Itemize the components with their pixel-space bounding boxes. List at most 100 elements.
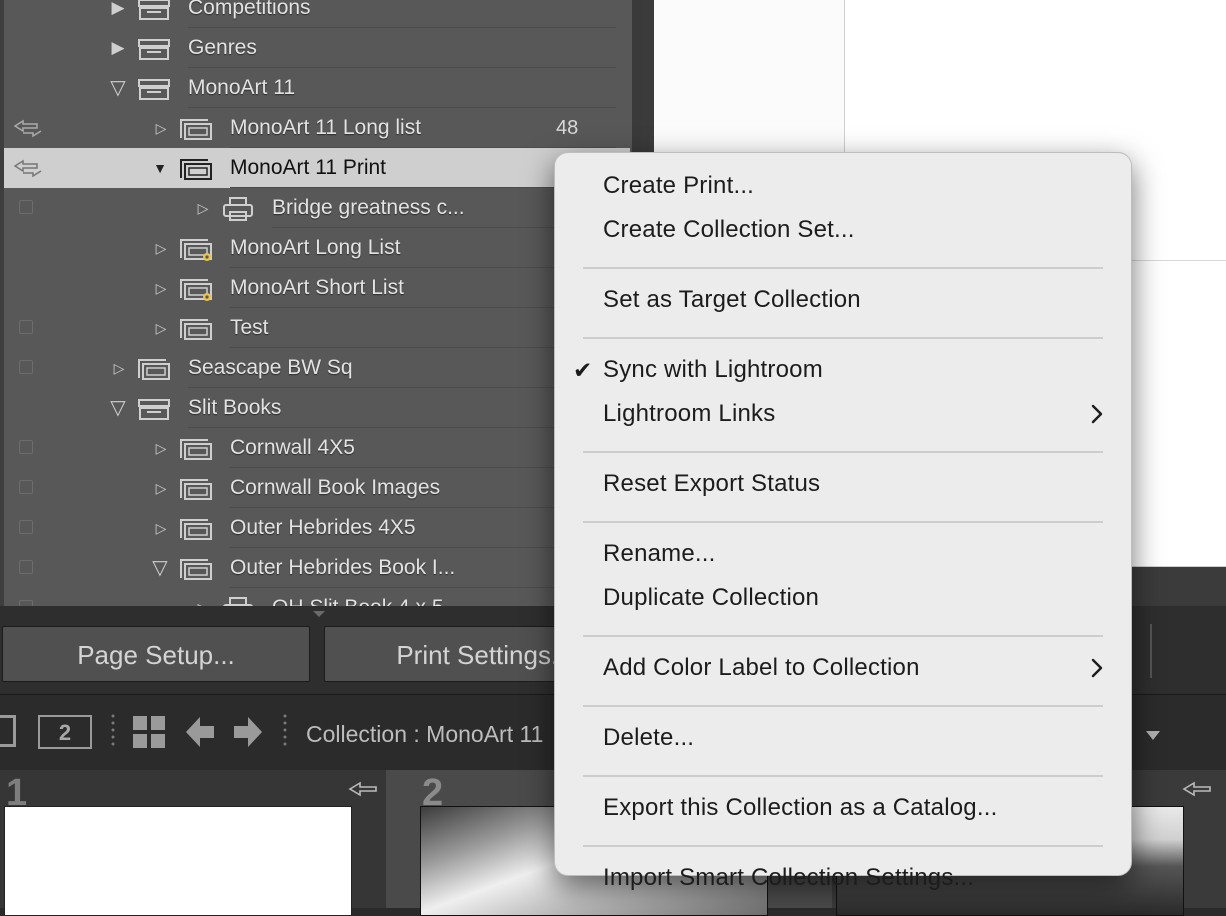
menu-item[interactable]: Create Collection Set... bbox=[603, 215, 855, 245]
page-setup-button[interactable]: Page Setup... bbox=[2, 626, 310, 682]
sync-arrows-icon[interactable] bbox=[14, 118, 42, 138]
menu-separator bbox=[583, 775, 1103, 777]
secondary-window-button[interactable]: 2 bbox=[38, 715, 92, 749]
collection-set-icon bbox=[138, 39, 170, 60]
collection-icon bbox=[180, 479, 212, 500]
disclosure-expanded-icon[interactable]: ▽ bbox=[108, 68, 128, 108]
menu-item[interactable]: Sync with Lightroom bbox=[603, 355, 823, 385]
collection-row[interactable]: ▷ Seascape BW Sq bbox=[0, 348, 630, 388]
collection-row[interactable]: ▷ Bridge greatness c... bbox=[0, 188, 630, 228]
sync-checkbox[interactable] bbox=[19, 480, 33, 494]
disclosure-dotted-icon[interactable]: ▷ bbox=[150, 428, 170, 468]
previous-arrow-icon[interactable] bbox=[186, 717, 214, 747]
thumbnail-blank[interactable] bbox=[4, 806, 352, 916]
disclosure-dotted-icon[interactable]: ▷ bbox=[192, 188, 212, 228]
collection-label: Genres bbox=[188, 36, 257, 59]
sync-checkbox[interactable] bbox=[19, 320, 33, 334]
context-menu[interactable]: Create Print... Create Collection Set... S… bbox=[554, 152, 1132, 891]
disclosure-dotted-icon[interactable]: ▷ bbox=[108, 348, 128, 388]
collection-row[interactable]: ▷ Outer Hebrides 4X5 bbox=[0, 508, 630, 548]
collection-label: Cornwall 4X5 bbox=[230, 436, 355, 459]
menu-separator bbox=[583, 451, 1103, 453]
collection-icon bbox=[180, 119, 212, 140]
disclosure-dotted-icon[interactable]: ▷ bbox=[192, 588, 212, 606]
disclosure-collapsed-icon[interactable]: ▶ bbox=[108, 0, 128, 28]
disclosure-dotted-icon[interactable]: ▷ bbox=[150, 108, 170, 148]
menu-item[interactable]: Duplicate Collection bbox=[603, 583, 819, 613]
collection-label: Slit Books bbox=[188, 396, 282, 419]
collection-row[interactable]: ▷ OH Slit Book 4 x 5 bbox=[0, 588, 630, 606]
disclosure-dotted-icon[interactable]: ▷ bbox=[150, 228, 170, 268]
disclosure-expanded-icon[interactable]: ▼ bbox=[150, 148, 170, 188]
sync-arrows-icon[interactable] bbox=[14, 158, 42, 178]
disclosure-collapsed-icon[interactable]: ▶ bbox=[108, 28, 128, 68]
collection-icon bbox=[180, 319, 212, 340]
collection-icon bbox=[180, 439, 212, 460]
filter-dropdown-icon[interactable] bbox=[1146, 731, 1160, 740]
collection-set-icon bbox=[138, 79, 170, 100]
menu-separator bbox=[583, 267, 1103, 269]
disclosure-dotted-icon[interactable]: ▷ bbox=[150, 508, 170, 548]
menu-item[interactable]: Add Color Label to Collection bbox=[603, 653, 920, 683]
collection-icon bbox=[180, 159, 212, 180]
print-buttons-bar: Page Setup... Print Settings... bbox=[0, 606, 645, 694]
panel-resize-handle-icon[interactable] bbox=[312, 610, 326, 618]
print-collection-icon bbox=[223, 597, 253, 606]
sync-checkbox[interactable] bbox=[19, 440, 33, 454]
disclosure-dotted-icon[interactable]: ▷ bbox=[150, 268, 170, 308]
collection-row[interactable]: ▶ Competitions bbox=[0, 0, 630, 28]
menu-item[interactable]: Export this Collection as a Catalog... bbox=[603, 793, 997, 823]
disclosure-expanded-icon[interactable]: ▽ bbox=[108, 388, 128, 428]
single-view-icon[interactable] bbox=[0, 715, 16, 747]
menu-item[interactable]: Create Print... bbox=[603, 171, 754, 201]
collection-row[interactable]: ▶ Genres bbox=[0, 28, 630, 68]
collection-row[interactable]: ▽ MonoArt 11 bbox=[0, 68, 630, 108]
collection-row[interactable]: ▷ Cornwall Book Images bbox=[0, 468, 630, 508]
disclosure-expanded-icon[interactable]: ▽ bbox=[150, 548, 170, 588]
collection-set-icon bbox=[138, 0, 170, 20]
menu-separator bbox=[583, 635, 1103, 637]
collection-label: Seascape BW Sq bbox=[188, 356, 353, 379]
collection-label: Competitions bbox=[188, 0, 311, 19]
sync-checkbox[interactable] bbox=[19, 560, 33, 574]
filmstrip-cell[interactable]: 1 bbox=[0, 770, 386, 916]
collection-row[interactable]: ▷ MonoArt Short List bbox=[0, 268, 630, 308]
grid-view-icon[interactable] bbox=[133, 716, 165, 748]
sync-checkbox[interactable] bbox=[19, 360, 33, 374]
menu-item[interactable]: Rename... bbox=[603, 539, 716, 569]
collection-label: Outer Hebrides 4X5 bbox=[230, 516, 416, 539]
sync-arrows-icon bbox=[348, 781, 377, 797]
next-arrow-icon[interactable] bbox=[234, 717, 262, 747]
collection-label: Bridge greatness c... bbox=[272, 196, 465, 219]
menu-separator bbox=[583, 521, 1103, 523]
collection-row[interactable]: ▼ MonoArt 11 Print bbox=[0, 148, 630, 188]
toolbar-dots-separator-icon bbox=[283, 714, 287, 746]
menu-item[interactable]: Import Smart Collection Settings... bbox=[603, 863, 974, 893]
collection-row[interactable]: ▷ Test bbox=[0, 308, 630, 348]
disclosure-dotted-icon[interactable]: ▷ bbox=[150, 468, 170, 508]
sync-checkbox[interactable] bbox=[19, 520, 33, 534]
collection-row[interactable]: ▷ Cornwall 4X5 bbox=[0, 428, 630, 468]
collection-label: OH Slit Book 4 x 5 bbox=[272, 588, 444, 606]
collections-panel[interactable]: ▶ Competitions ▶ Genres ▽ MonoArt 11 ▷ MonoArt … bbox=[0, 0, 640, 606]
menu-item[interactable]: Reset Export Status bbox=[603, 469, 820, 499]
menu-item[interactable]: Delete... bbox=[603, 723, 694, 753]
submenu-chevron-icon bbox=[1091, 658, 1103, 678]
menu-separator bbox=[583, 845, 1103, 847]
collection-set-icon bbox=[138, 399, 170, 420]
collection-path-label[interactable]: Collection : MonoArt 11 bbox=[306, 695, 543, 773]
collection-row[interactable]: ▷ MonoArt 11 Long list 48 bbox=[0, 108, 630, 148]
collection-label: Test bbox=[230, 316, 269, 339]
collection-row[interactable]: ▽ Slit Books bbox=[0, 388, 630, 428]
collection-row[interactable]: ▷ MonoArt Long List bbox=[0, 228, 630, 268]
print-buttons-bar-right bbox=[1130, 606, 1226, 694]
collection-label: MonoArt 11 Print bbox=[230, 156, 387, 179]
submenu-chevron-icon bbox=[1091, 404, 1103, 424]
collection-label: MonoArt Short List bbox=[230, 276, 404, 299]
sync-arrows-icon bbox=[1182, 781, 1211, 797]
sync-checkbox[interactable] bbox=[19, 200, 33, 214]
collection-row[interactable]: ▽ Outer Hebrides Book I... bbox=[0, 548, 630, 588]
menu-item[interactable]: Set as Target Collection bbox=[603, 285, 861, 315]
disclosure-dotted-icon[interactable]: ▷ bbox=[150, 308, 170, 348]
menu-item[interactable]: Lightroom Links bbox=[603, 399, 775, 429]
